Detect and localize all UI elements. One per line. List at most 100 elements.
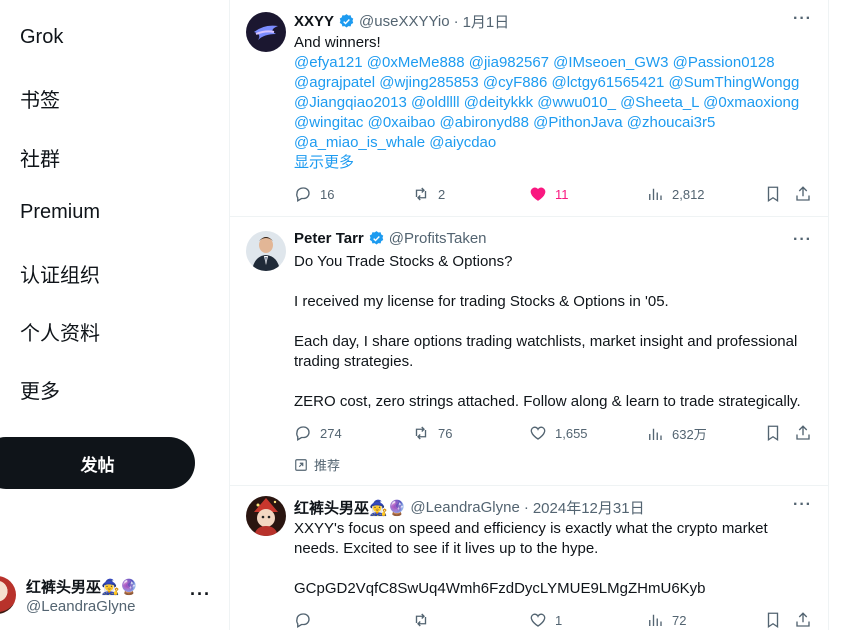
share-button[interactable] bbox=[794, 185, 812, 203]
promoted-text: 推荐 bbox=[314, 458, 341, 473]
tweet-paragraph: GCpGD2VqfC8SwUq4Wmh6FzdDycLYMUE9LMgZHmU6… bbox=[294, 580, 706, 597]
nav-bookmarks[interactable]: 书签 bbox=[20, 84, 60, 113]
like-count: 1 bbox=[555, 612, 563, 628]
nav-more[interactable]: 更多 bbox=[20, 375, 60, 404]
repost-button[interactable]: 76 bbox=[412, 424, 452, 442]
timestamp[interactable]: 1月1日 bbox=[463, 11, 510, 32]
bookmark-icon bbox=[767, 425, 779, 442]
tweet-actions: 16 2 11 2,812 bbox=[294, 185, 814, 207]
share-icon bbox=[796, 186, 810, 201]
nav-premium[interactable]: Premium bbox=[20, 201, 100, 224]
bookmark-icon bbox=[767, 612, 779, 629]
bookmark-button[interactable] bbox=[764, 611, 782, 629]
tweet[interactable]: XXYY @useXXYYio · 1月1日 ··· And winners! … bbox=[230, 0, 828, 217]
account-handle: @LeandraGlyne bbox=[26, 598, 136, 615]
share-button[interactable] bbox=[794, 424, 812, 442]
author-name[interactable]: Peter Tarr bbox=[294, 230, 364, 247]
left-sidebar: Grok 书签 社群 Premium 认证组织 个人资料 更多 发帖 红裤头男巫… bbox=[0, 0, 230, 630]
repost-button[interactable] bbox=[412, 611, 438, 629]
views-chart-icon bbox=[649, 428, 662, 440]
share-icon bbox=[796, 612, 810, 627]
views-chart-icon bbox=[649, 188, 662, 200]
mention-line[interactable]: @wingitac @0xaibao @abironyd88 @PithonJa… bbox=[294, 113, 814, 133]
more-icon[interactable]: ··· bbox=[190, 584, 211, 605]
more-icon[interactable]: ··· bbox=[793, 10, 812, 28]
account-switcher[interactable]: 红裤头男巫🧙‍♀️🔮 @LeandraGlyne ··· bbox=[0, 572, 230, 622]
heart-filled-icon bbox=[530, 187, 546, 201]
verified-badge-icon bbox=[339, 14, 354, 28]
avatar[interactable] bbox=[246, 231, 286, 271]
view-count: 72 bbox=[672, 612, 687, 628]
heart-icon bbox=[530, 613, 546, 627]
reply-button[interactable]: 274 bbox=[294, 424, 342, 442]
views-button[interactable]: 72 bbox=[646, 611, 686, 629]
tweet-text: XXYY's focus on speed and efficiency is … bbox=[294, 519, 814, 599]
repost-count: 76 bbox=[438, 425, 453, 441]
timeline: XXYY @useXXYYio · 1月1日 ··· And winners! … bbox=[229, 0, 829, 630]
repost-icon bbox=[415, 426, 427, 440]
nav-profile[interactable]: 个人资料 bbox=[20, 317, 100, 346]
reply-icon bbox=[296, 187, 310, 202]
bookmark-icon bbox=[767, 186, 779, 203]
author-handle[interactable]: @useXXYYio bbox=[359, 13, 450, 30]
more-icon[interactable]: ··· bbox=[793, 231, 812, 249]
like-button[interactable]: 1,655 bbox=[529, 424, 588, 442]
promoted-icon bbox=[295, 458, 307, 471]
reply-icon bbox=[296, 613, 310, 628]
tweet-paragraph: Do You Trade Stocks & Options? bbox=[294, 253, 513, 270]
tweet-line: And winners! bbox=[294, 34, 381, 51]
promoted-label[interactable]: 推荐 bbox=[294, 455, 340, 474]
separator: · bbox=[453, 13, 459, 30]
like-button[interactable]: 1 bbox=[529, 611, 562, 629]
avatar[interactable] bbox=[246, 496, 286, 536]
nav-grok[interactable]: Grok bbox=[20, 26, 63, 49]
bookmark-button[interactable] bbox=[764, 185, 782, 203]
views-button[interactable]: 2,812 bbox=[646, 185, 705, 203]
tweet[interactable]: 红裤头男巫🧙‍♀️🔮 @LeandraGlyne · 2024年12月31日 ·… bbox=[230, 486, 828, 630]
mention-line[interactable]: @efya121 @0xMeMe888 @jia982567 @IMseoen_… bbox=[294, 53, 814, 73]
reply-button[interactable] bbox=[294, 611, 320, 629]
bookmark-button[interactable] bbox=[764, 424, 782, 442]
show-more-link[interactable]: 显示更多 bbox=[294, 153, 814, 173]
mention-line[interactable]: @Jiangqiao2013 @oldllll @deitykkk @wwu01… bbox=[294, 93, 814, 113]
timestamp[interactable]: 2024年12月31日 bbox=[533, 497, 645, 518]
view-count: 2,812 bbox=[672, 186, 705, 202]
tweet[interactable]: Peter Tarr @ProfitsTaken ··· Do You Trad… bbox=[230, 217, 828, 486]
views-button[interactable]: 632万 bbox=[646, 424, 707, 443]
author-name[interactable]: XXYY bbox=[294, 13, 334, 30]
share-button[interactable] bbox=[794, 611, 812, 629]
nav-verified-orgs[interactable]: 认证组织 bbox=[20, 259, 100, 288]
tweet-paragraph: XXYY's focus on speed and efficiency is … bbox=[294, 520, 768, 557]
like-button[interactable]: 11 bbox=[529, 185, 569, 203]
more-icon[interactable]: ··· bbox=[793, 496, 812, 514]
verified-badge-icon bbox=[369, 231, 383, 245]
avatar bbox=[0, 576, 16, 614]
repost-count: 2 bbox=[438, 186, 446, 202]
tweet-paragraph: Each day, I share options trading watchl… bbox=[294, 333, 798, 370]
mention-line[interactable]: @a_miao_is_whale @aiycdao bbox=[294, 133, 814, 153]
reply-button[interactable]: 16 bbox=[294, 185, 334, 203]
like-count: 11 bbox=[555, 186, 569, 202]
view-count: 632万 bbox=[672, 427, 707, 442]
author-name[interactable]: 红裤头男巫🧙‍♀️🔮 bbox=[294, 497, 406, 518]
mention-line[interactable]: @agrajpatel @wjing285853 @cyF886 @lctgy6… bbox=[294, 73, 814, 93]
nav-communities[interactable]: 社群 bbox=[20, 143, 60, 172]
share-icon bbox=[796, 425, 810, 440]
tweet-actions: 274 76 1,655 632万 bbox=[294, 424, 814, 446]
heart-icon bbox=[530, 426, 546, 440]
tweet-text: Do You Trade Stocks & Options? I receive… bbox=[294, 252, 814, 412]
repost-icon bbox=[415, 187, 427, 201]
author-handle[interactable]: @LeandraGlyne bbox=[410, 499, 519, 516]
avatar[interactable] bbox=[246, 12, 286, 52]
tweet-paragraph: ZERO cost, zero strings attached. Follow… bbox=[294, 393, 801, 410]
separator: · bbox=[523, 499, 529, 516]
reply-count: 274 bbox=[320, 425, 342, 441]
tweet-paragraph: I received my license for trading Stocks… bbox=[294, 293, 669, 310]
author-handle[interactable]: @ProfitsTaken bbox=[389, 230, 487, 247]
repost-button[interactable]: 2 bbox=[412, 185, 445, 203]
post-button[interactable]: 发帖 bbox=[0, 437, 195, 489]
repost-icon bbox=[415, 613, 427, 627]
reply-count: 16 bbox=[320, 186, 335, 202]
tweet-text: And winners! @efya121 @0xMeMe888 @jia982… bbox=[294, 33, 814, 173]
tweet-actions: 1 72 bbox=[294, 611, 814, 630]
